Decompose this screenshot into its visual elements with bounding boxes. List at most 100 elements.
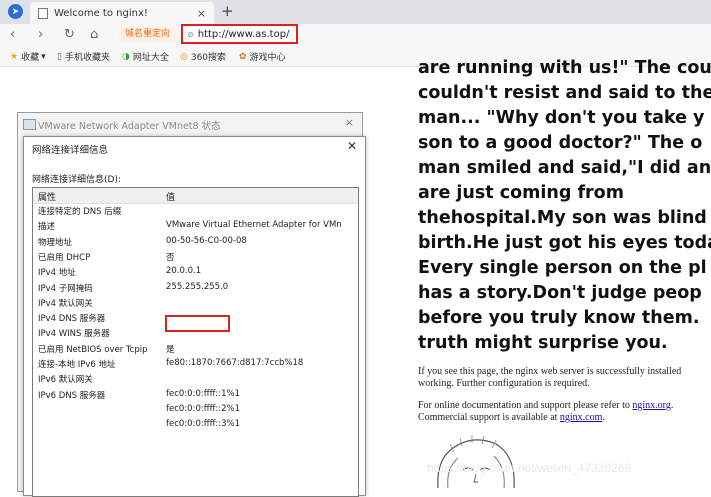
story-line: birth.He just got his eyes toda bbox=[418, 233, 711, 253]
star-icon: ★ bbox=[10, 51, 19, 62]
story-line: Every single person on the pl bbox=[418, 258, 707, 278]
bookmark-mobile-favorites[interactable]: ▯ 手机收藏夹 bbox=[57, 50, 110, 64]
home-button[interactable]: ⌂ bbox=[90, 27, 98, 42]
url-text[interactable]: http://www.as.top/ bbox=[198, 29, 290, 40]
tab-close-icon[interactable]: × bbox=[197, 7, 206, 20]
tab-title: Welcome to nginx! bbox=[54, 7, 148, 19]
property-cell: IPv4 WINS 服务器 bbox=[38, 329, 110, 340]
column-header-value[interactable]: 值 bbox=[166, 190, 175, 203]
story-line: are running with us!" The cou bbox=[418, 58, 711, 78]
property-cell: 连接特定的 DNS 后缀 bbox=[38, 207, 122, 217]
nginx-com-link[interactable]: nginx.com bbox=[560, 412, 603, 423]
property-cell: 物理地址 bbox=[38, 237, 73, 248]
network-details-dialog[interactable]: 网络连接详细信息 ✕ 网络连接详细信息(D): 属性 值 连接特定的 DNS 后… bbox=[23, 136, 366, 497]
nginx-line: Commercial support is available at bbox=[418, 412, 560, 423]
close-icon[interactable]: × bbox=[345, 116, 354, 129]
nginx-line: working. Further configuration is requir… bbox=[418, 378, 590, 389]
nginx-line: If you see this page, the nginx web serv… bbox=[418, 366, 682, 377]
watermark: https://blog.csdn.net/weixin_47320266 bbox=[427, 461, 632, 475]
story-line: has a story.Don't judge peop bbox=[418, 283, 702, 303]
story-line: are just coming from bbox=[418, 183, 624, 203]
reload-button[interactable]: ↻ bbox=[64, 27, 75, 42]
browser-logo-icon[interactable]: ➤ bbox=[8, 4, 23, 19]
tab-welcome-nginx[interactable]: Welcome to nginx! × bbox=[30, 2, 214, 24]
phone-icon: ▯ bbox=[57, 51, 62, 62]
globe-icon: ◑ bbox=[122, 51, 130, 62]
table-row[interactable]: 描述 VMware Virtual Ethernet Adapter for VM… bbox=[33, 219, 358, 234]
network-adapter-icon bbox=[23, 119, 36, 130]
story-line: man smiled and said,"I did an bbox=[418, 158, 711, 178]
sketch-image bbox=[437, 435, 515, 488]
redirect-badge[interactable]: 城名重定向 bbox=[119, 27, 177, 42]
navigation-bar: ‹ › ↻ ⌂ bbox=[0, 24, 711, 46]
new-tab-button[interactable]: + bbox=[221, 2, 234, 20]
property-cell: 描述 bbox=[38, 222, 56, 233]
site-info-icon[interactable]: ⊘ bbox=[187, 30, 194, 39]
story-line: man... "Why don't you take y bbox=[418, 108, 705, 128]
punctuation: . bbox=[602, 412, 605, 423]
story-line: son to a good doctor?" The o bbox=[418, 133, 703, 153]
table-row[interactable]: IPv4 默认网关 bbox=[33, 296, 358, 311]
close-icon[interactable]: ✕ bbox=[347, 139, 357, 153]
bookmark-360-search[interactable]: ◎ 360搜索 bbox=[180, 50, 227, 64]
property-cell: IPv4 默认网关 bbox=[38, 298, 93, 309]
bookmark-favorites[interactable]: ★ 收藏 ▾ bbox=[10, 50, 46, 64]
table-row[interactable]: 物理地址 00-50-56-C0-00-08 bbox=[33, 235, 358, 250]
table-row[interactable]: 已启用 NetBIOS over Tcpip 是 bbox=[33, 342, 358, 357]
details-list[interactable]: 属性 值 连接特定的 DNS 后缀描述 VMware Virtual Ethern… bbox=[32, 187, 359, 497]
value-cell: fec0:0:0:ffff::2%1 bbox=[166, 403, 241, 414]
page-icon bbox=[38, 7, 48, 19]
property-cell: IPv6 DNS 服务器 bbox=[38, 390, 106, 401]
table-row[interactable]: IPv4 WINS 服务器 bbox=[33, 326, 358, 341]
property-cell: 已启用 NetBIOS over Tcpip bbox=[38, 344, 148, 355]
table-row[interactable]: IPv4 子网掩码 255.255.255.0 bbox=[33, 281, 358, 296]
bookmark-label: 游戏中心 bbox=[249, 53, 286, 63]
property-cell: IPv4 子网掩码 bbox=[38, 283, 93, 294]
bookmark-label: 收藏 bbox=[21, 53, 40, 63]
list-header: 属性 值 bbox=[33, 188, 358, 204]
value-cell: 是 bbox=[166, 344, 175, 355]
bookmark-url-directory[interactable]: ◑ 网址大全 bbox=[122, 50, 169, 64]
value-cell: fec0:0:0:ffff::3%1 bbox=[166, 419, 241, 430]
value-cell: 255.255.255.0 bbox=[166, 281, 229, 292]
address-bar[interactable]: ⊘ http://www.as.top/ bbox=[181, 24, 298, 44]
value-cell: 00-50-56-C0-00-08 bbox=[166, 235, 247, 246]
bookmark-game-center[interactable]: ✿ 游戏中心 bbox=[239, 50, 286, 64]
table-row[interactable]: fec0:0:0:ffff::2%1 bbox=[33, 403, 358, 418]
table-row[interactable]: IPv6 默认网关 bbox=[33, 372, 358, 387]
nginx-line: For online documentation and support ple… bbox=[418, 400, 633, 411]
forward-button[interactable]: › bbox=[38, 27, 43, 42]
value-cell: 20.0.0.1 bbox=[166, 266, 202, 277]
column-header-property[interactable]: 属性 bbox=[38, 190, 56, 203]
bookmark-label: 手机收藏夹 bbox=[64, 53, 110, 63]
details-label: 网络连接详细信息(D): bbox=[32, 175, 121, 185]
table-row[interactable]: IPv6 DNS 服务器 fec0:0:0:ffff::1%1 bbox=[33, 388, 358, 403]
chevron-down-icon: ▾ bbox=[41, 51, 46, 62]
table-row[interactable]: IPv4 地址 20.0.0.1 bbox=[33, 265, 358, 280]
table-row[interactable]: 连接特定的 DNS 后缀 bbox=[33, 204, 358, 219]
property-cell: 已启用 DHCP bbox=[38, 252, 91, 263]
back-button[interactable]: ‹ bbox=[10, 27, 15, 42]
tab-strip: ➤ Welcome to nginx! × + bbox=[0, 0, 711, 24]
bookmark-label: 360搜索 bbox=[190, 53, 227, 63]
table-row[interactable]: 连接-本地 IPv6 地址 fe80::1870:7667:d817:7ccb%1… bbox=[33, 357, 358, 372]
search-icon: ◎ bbox=[180, 51, 188, 62]
punctuation: . bbox=[670, 400, 674, 411]
value-cell: fe80::1870:7667:d817:7ccb%18 bbox=[166, 358, 304, 368]
property-cell: 连接-本地 IPv6 地址 bbox=[38, 360, 116, 370]
table-row[interactable]: 已启用 DHCP 否 bbox=[33, 250, 358, 265]
table-row[interactable]: IPv4 DNS 服务器 bbox=[33, 311, 358, 326]
property-cell: IPv4 DNS 服务器 bbox=[38, 314, 106, 325]
window-title: VMware Network Adapter VMnet8 状态 bbox=[38, 121, 221, 132]
value-cell: 否 bbox=[166, 252, 175, 263]
nginx-org-link[interactable]: nginx.org bbox=[632, 400, 670, 411]
dialog-title: 网络连接详细信息 bbox=[32, 145, 109, 156]
story-line: truth might surprise you. bbox=[418, 333, 668, 353]
story-text: are running with us!" The cou couldn't re… bbox=[418, 56, 711, 356]
story-line: thehospital.My son was blind bbox=[418, 208, 707, 228]
table-row[interactable]: fec0:0:0:ffff::3%1 bbox=[33, 418, 358, 433]
bookmark-label: 网址大全 bbox=[132, 53, 169, 63]
property-cell: IPv4 地址 bbox=[38, 268, 76, 279]
story-line: couldn't resist and said to the bbox=[418, 83, 711, 103]
nginx-welcome-text: If you see this page, the nginx web serv… bbox=[418, 366, 681, 424]
